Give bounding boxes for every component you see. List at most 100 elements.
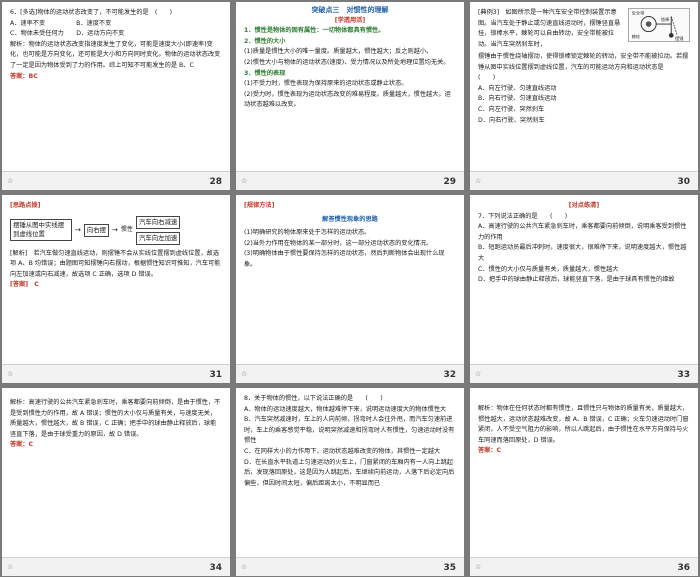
option-line: B．短跑运动员最后冲刺时，速度很大，很难停下来，说明速度越大，惯性越大 <box>478 244 687 262</box>
slide-number: 31 <box>209 370 222 380</box>
slide-transition-icon[interactable]: ☆ <box>241 564 250 571</box>
slide-transition-icon[interactable]: ☆ <box>475 371 484 378</box>
seatbelt-diagram-svg: 安全带 棘轮 锁棒 摆锤 <box>632 10 685 42</box>
body-text: (1)质量是惯性大小的唯一量度。质量越大，惯性越大；反之则越小。 <box>244 48 433 56</box>
slide-thumbnail[interactable]: 解析：高速行驶的公共汽车紧急刹车时，乘客都要向前倾倒，是由于惯性，不是受到惯性力… <box>2 388 230 576</box>
slide-sorter-grid: 6．[多选]物体的运动状态改变了，不可能发生的是 ( ) A．速率不变 B．速度… <box>0 0 700 577</box>
body-text: (1)不受力时，惯性表现为保持原来的运动状态或静止状态。 <box>244 80 408 88</box>
body-text: (1)明确研究的物体原来处于怎样的运动状态。 <box>244 229 371 237</box>
slide-thumbnail[interactable]: [思路点拨] 摆锤从图中实线摆到虚线位置 → 向右摆 → 惯性 汽车向右减速 汽… <box>2 195 230 383</box>
slide-transition-icon[interactable]: ☆ <box>475 564 484 571</box>
slide-footer: ☆ 35 <box>236 557 464 576</box>
slide-content: 解析：高速行驶的公共汽车紧急刹车时，乘客都要向前倾倒，是由于惯性，不是受到惯性力… <box>10 394 222 554</box>
fig-label: 锁棒 <box>661 16 670 23</box>
option-line: A．速率不变 B．速度不变 <box>10 19 112 27</box>
slide-transition-icon[interactable]: ☆ <box>7 371 16 378</box>
slide-number: 29 <box>443 177 456 187</box>
slide-content: [对点练清] 7．下列说法正确的是 ( ) A．高速行驶的公共汽车紧急刹车时，乘… <box>478 201 690 361</box>
diagram-box: 汽车向左加速 <box>135 231 181 245</box>
fig-label: 摆锤 <box>675 35 684 41</box>
question-text: 8．关于物体的惯性，以下说法正确的是 ( ) <box>244 395 383 402</box>
diagram-outcomes: 汽车向右减速 汽车向左加速 <box>135 215 181 245</box>
point-heading: 2．惯性的大小 <box>244 37 286 45</box>
diagram-box: 汽车向右减速 <box>135 215 181 229</box>
section-tag: [规律方法] <box>244 202 275 209</box>
point-heading: 1．惯性是物体的固有属性：一切物体都具有惯性。 <box>244 27 385 35</box>
section-tag: [学透用活] <box>334 16 366 24</box>
question-text: 6．[多选]物体的运动状态改变了，不可能发生的是 ( ) <box>10 9 173 16</box>
slide-content: 8．关于物体的惯性，以下说法正确的是 ( ) A．物体的运动速度越大，物体越难停… <box>244 394 456 554</box>
slide-footer: ☆ 29 <box>236 171 464 190</box>
slide-number: 32 <box>443 370 456 380</box>
slide-thumbnail[interactable]: 突破点三 对惯性的理解 [学透用活] 1．惯性是物体的固有属性：一切物体都具有惯… <box>236 2 464 190</box>
fig-label: 棘轮 <box>632 33 641 40</box>
slide-content: [思路点拨] 摆锤从图中实线摆到虚线位置 → 向右摆 → 惯性 汽车向右减速 汽… <box>10 201 222 361</box>
slide-footer: ☆ 36 <box>470 557 698 576</box>
slide-thumbnail[interactable]: 6．[多选]物体的运动状态改变了，不可能发生的是 ( ) A．速率不变 B．速度… <box>2 2 230 190</box>
slide-content: [规律方法] 解答惯性现象的思路 (1)明确研究的物体原来处于怎样的运动状态。 … <box>244 201 456 361</box>
slide-thumbnail[interactable]: [规律方法] 解答惯性现象的思路 (1)明确研究的物体原来处于怎样的运动状态。 … <box>236 195 464 383</box>
option-line: C．向左行驶、突然刹车 <box>478 105 545 113</box>
slide-footer: ☆ 28 <box>2 171 230 190</box>
option-line: D．把手中的球由静止释放后，球能竖直下落，是由于球具有惯性的缘故 <box>478 276 675 284</box>
answer-text: 答案：C <box>478 447 502 455</box>
option-line: D．在长直水平轨道上匀速运动的火车上，门窗紧闭的车厢内有一人向上跳起后，发现落回… <box>244 458 455 487</box>
analysis-text: 解析：物体在任何状态时都有惯性，且惯性只与物体的质量有关，质量越大，惯性越大，运… <box>478 405 689 444</box>
fig-label: 安全带 <box>632 10 645 17</box>
diagram-label: 惯性 <box>120 225 133 233</box>
body-text: (2)惯性大小与物体的运动状态(速度)、受力情况以及所处地理位置均无关。 <box>244 58 450 66</box>
slide-number: 30 <box>677 177 690 187</box>
slide-footer: ☆ 30 <box>470 171 698 190</box>
slide-content: [典例3] 如图所示是一种汽车安全带控制装置示意图。当汽车处于静止或匀速直线运动… <box>478 8 624 52</box>
option-line: A．物体的运动速度越大，物体越难停下来，说明运动速度大的物体惯性大 <box>244 405 447 413</box>
reasoning-diagram: 摆锤从图中实线摆到虚线位置 → 向右摆 → 惯性 汽车向右减速 汽车向左加速 <box>10 215 222 245</box>
slide-transition-icon[interactable]: ☆ <box>7 564 16 571</box>
analysis-text: 解析：高速行驶的公共汽车紧急刹车时，乘客都要向前倾倒，是由于惯性，不是受到惯性力… <box>10 399 221 438</box>
slide-footer: ☆ 31 <box>2 364 230 383</box>
slide-content: 6．[多选]物体的运动状态改变了，不可能发生的是 ( ) A．速率不变 B．速度… <box>10 8 222 168</box>
slide-number: 28 <box>209 177 222 187</box>
option-line: A．高速行驶的公共汽车紧急刹车时，乘客都要向前倾倒，说明乘客受到惯性力的作用 <box>478 223 687 241</box>
option-line: A．向左行驶、匀速直线运动 <box>478 84 557 92</box>
slide-transition-icon[interactable]: ☆ <box>7 178 16 185</box>
slide-title: 解答惯性现象的思路 <box>322 215 378 223</box>
diagram-box: 向右摆 <box>83 223 110 237</box>
section-tag: [对点练清] <box>568 202 600 209</box>
body-text: (3)明确物体由于惯性要保持怎样的运动状态，然后判断物体会出现什么现象。 <box>244 250 445 268</box>
question-text: 7．下列说法正确的是 ( ) <box>478 212 568 220</box>
slide-thumbnail[interactable]: [对点练清] 7．下列说法正确的是 ( ) A．高速行驶的公共汽车紧急刹车时，乘… <box>470 195 698 383</box>
slide-number: 35 <box>443 563 456 573</box>
slide-transition-icon[interactable]: ☆ <box>475 178 484 185</box>
option-line: C．物体未受任何力 D．运动方向不变 <box>10 30 125 38</box>
question-text: [典例3] 如图所示是一种汽车安全带控制装置示意图。当汽车处于静止或匀速直线运动… <box>478 9 621 48</box>
slide-number: 36 <box>677 563 690 573</box>
body-text: (2)当外力作用在物体的某一部分时，这一部分运动状态的变化情况。 <box>244 239 433 247</box>
analysis-text: 解析：物体的运动状态改变指速度发生了变化，可能是速度大小(即速率)变化，也可能是… <box>10 40 221 69</box>
slide-thumbnail[interactable]: 安全带 棘轮 锁棒 摆锤 [典例3] 如图所示是一种汽车安全带控制装置示意图。当… <box>470 2 698 190</box>
slide-footer: ☆ 33 <box>470 364 698 383</box>
slide-transition-icon[interactable]: ☆ <box>241 178 250 185</box>
slide-number: 34 <box>209 563 222 573</box>
slide-transition-icon[interactable]: ☆ <box>241 371 250 378</box>
slide-content: 解析：物体在任何状态时都有惯性，且惯性只与物体的质量有关，质量越大，惯性越大，运… <box>478 394 690 554</box>
seatbelt-diagram: 安全带 棘轮 锁棒 摆锤 <box>628 8 690 42</box>
arrow-right-icon: → <box>112 225 118 234</box>
slide-footer: ☆ 32 <box>236 364 464 383</box>
option-line: C．在同样大小的力作用下，运动状态越难改变的物体，其惯性一定越大 <box>244 447 441 455</box>
slide-footer: ☆ 34 <box>2 557 230 576</box>
body-text: (2)受力时，惯性表现为运动状态改变的难易程度。质量越大，惯性越大，运动状态越难… <box>244 90 451 109</box>
answer-text: [答案] C <box>10 281 39 289</box>
analysis-text: [解析] 若汽车做匀速直线运动，则摆锤不会从实线位置摆到虚线位置，故选项 A、B… <box>10 249 221 278</box>
slide-thumbnail[interactable]: 解析：物体在任何状态时都有惯性，且惯性只与物体的质量有关，质量越大，惯性越大，运… <box>470 388 698 576</box>
answer-text: 答案：C <box>10 441 34 449</box>
slide-title: 突破点三 对惯性的理解 <box>311 6 389 14</box>
slide-thumbnail[interactable]: 8．关于物体的惯性，以下说法正确的是 ( ) A．物体的运动速度越大，物体越难停… <box>236 388 464 576</box>
diagram-box: 摆锤从图中实线摆到虚线位置 <box>10 219 72 242</box>
slide-content-lower: 摆锤由于惯性绕轴摆动，使得锁棒锁定棘轮的转动，安全带不能被拉动。若摆锤从图中实线… <box>478 52 690 168</box>
answer-text: 答案：BC <box>10 72 38 80</box>
question-text: 摆锤由于惯性绕轴摆动，使得锁棒锁定棘轮的转动，安全带不能被拉动。若摆锤从图中实线… <box>478 53 689 82</box>
slide-number: 33 <box>677 370 690 380</box>
point-heading: 3．惯性的表现 <box>244 69 286 77</box>
slide-content: 突破点三 对惯性的理解 [学透用活] 1．惯性是物体的固有属性：一切物体都具有惯… <box>244 5 456 168</box>
section-tag: [思路点拨] <box>10 202 41 209</box>
